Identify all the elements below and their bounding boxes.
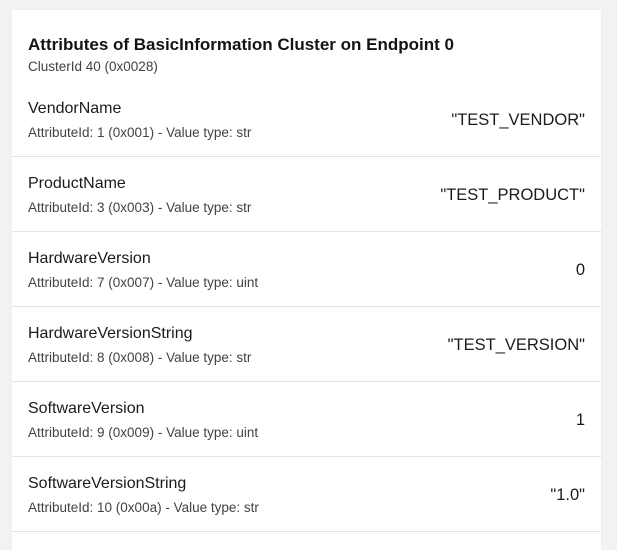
attributes-card: Attributes of BasicInformation Cluster o… bbox=[12, 10, 601, 550]
attribute-value: "TEST_VENDOR" bbox=[451, 111, 585, 129]
attribute-meta: AttributeId: 7 (0x007) - Value type: uin… bbox=[28, 275, 259, 290]
attribute-name: HardwareVersionString bbox=[28, 325, 193, 342]
attribute-row-software-version-string[interactable]: SoftwareVersionString AttributeId: 10 (0… bbox=[12, 457, 601, 532]
attribute-name: SoftwareVersion bbox=[28, 400, 145, 417]
attribute-value: "TEST_VERSION" bbox=[447, 336, 585, 354]
attribute-value: "1.0" bbox=[550, 486, 585, 504]
attribute-row-software-version[interactable]: SoftwareVersion AttributeId: 9 (0x009) -… bbox=[12, 382, 601, 457]
attribute-meta: AttributeId: 10 (0x00a) - Value type: st… bbox=[28, 500, 259, 515]
attribute-row-product-name[interactable]: ProductName AttributeId: 3 (0x003) - Val… bbox=[12, 157, 601, 232]
attribute-value: 0 bbox=[575, 261, 585, 279]
attribute-meta: AttributeId: 8 (0x008) - Value type: str bbox=[28, 350, 252, 365]
attribute-list: VendorName AttributeId: 1 (0x001) - Valu… bbox=[12, 69, 601, 532]
attribute-name: ProductName bbox=[28, 175, 126, 192]
attribute-row-vendor-name[interactable]: VendorName AttributeId: 1 (0x001) - Valu… bbox=[12, 69, 601, 157]
cluster-title: Attributes of BasicInformation Cluster o… bbox=[28, 35, 454, 54]
attribute-row-hardware-version[interactable]: HardwareVersion AttributeId: 7 (0x007) -… bbox=[12, 232, 601, 307]
attribute-row-hardware-version-string[interactable]: HardwareVersionString AttributeId: 8 (0x… bbox=[12, 307, 601, 382]
attribute-meta: AttributeId: 9 (0x009) - Value type: uin… bbox=[28, 425, 259, 440]
attribute-value: 1 bbox=[575, 411, 585, 429]
attribute-name: VendorName bbox=[28, 100, 122, 117]
attribute-value: "TEST_PRODUCT" bbox=[440, 186, 585, 204]
attribute-meta: AttributeId: 3 (0x003) - Value type: str bbox=[28, 200, 252, 215]
card-header: Attributes of BasicInformation Cluster o… bbox=[12, 10, 601, 74]
attribute-name: SoftwareVersionString bbox=[28, 475, 187, 492]
attribute-name: HardwareVersion bbox=[28, 250, 151, 267]
attribute-meta: AttributeId: 1 (0x001) - Value type: str bbox=[28, 125, 252, 140]
